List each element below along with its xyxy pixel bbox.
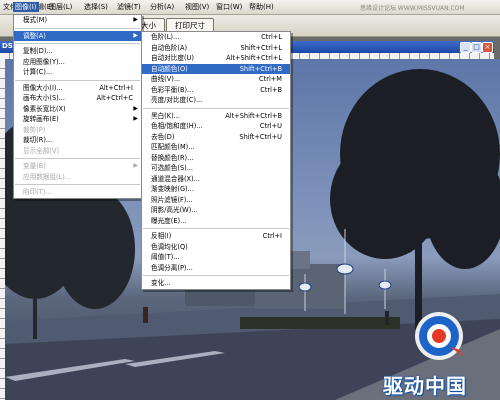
menu-image[interactable]: 图像(I) (13, 2, 39, 12)
menu-item-channel-mixer[interactable]: 通道混合器(X)... (142, 174, 290, 185)
menu-item-apply-image[interactable]: 应用图像(Y)... (14, 57, 141, 68)
menu-item-apply-data-set[interactable]: 应用数据组(L)... (14, 172, 141, 183)
separator (15, 158, 140, 159)
menu-item-levels[interactable]: 色阶(L)... Ctrl+L (142, 32, 290, 43)
separator (143, 275, 289, 276)
menu-item-shadow-highlight[interactable]: 阴影/高光(W)... (142, 205, 290, 216)
menu-item-image-size[interactable]: 图像大小(I)... Alt+Ctrl+I (14, 83, 141, 94)
separator (15, 79, 140, 81)
image-menu: 模式(M) ▶ 调整(A) ▶ 复制(D)... 应用图像(Y)... 计算(C).… (13, 14, 142, 199)
menu-item-trap[interactable]: 陷印(T)... (14, 187, 141, 198)
menu-item-mode[interactable]: 模式(M) ▶ (14, 15, 141, 26)
menu-item-reveal-all[interactable]: 显示全部(V) (14, 146, 141, 157)
menu-item-brightness-contrast[interactable]: 亮度/对比度(C)... (142, 95, 290, 106)
menu-item-duplicate[interactable]: 复制(D)... (14, 46, 141, 57)
menu-item-match-color[interactable]: 匹配颜色(M)... (142, 142, 290, 153)
brand-text: 驱动中国 (383, 374, 467, 398)
menu-item-equalize[interactable]: 色调均化(Q) (142, 242, 290, 253)
menu-item-trim[interactable]: 裁切(R)... (14, 135, 141, 146)
menu-filter[interactable]: 滤镜(T) (115, 2, 143, 12)
menu-item-canvas-size[interactable]: 画布大小(S)... Alt+Ctrl+C (14, 93, 141, 104)
menu-item-desaturate[interactable]: 去色(D) Shift+Ctrl+U (142, 132, 290, 143)
brand-logo-icon (415, 312, 464, 360)
menu-item-adjustments[interactable]: 调整(A) ▶ (14, 30, 141, 41)
menu-item-pixel-aspect[interactable]: 像素长宽比(X) ▶ (14, 104, 141, 115)
menu-layer[interactable]: 图层(L) (47, 2, 74, 12)
menu-help[interactable]: 帮助(H) (247, 2, 276, 12)
menu-item-color-balance[interactable]: 色彩平衡(B)... Ctrl+B (142, 85, 290, 96)
document-title: DS (2, 42, 13, 50)
menu-view[interactable]: 视图(V) (183, 2, 211, 12)
close-icon[interactable]: × (482, 42, 493, 53)
menu-item-replace-color[interactable]: 替换颜色(R)... (142, 153, 290, 164)
menu-item-photo-filter[interactable]: 照片滤镜(F)... (142, 195, 290, 206)
menu-item-auto-levels[interactable]: 自动色阶(A) Shift+Ctrl+L (142, 43, 290, 54)
maximize-icon[interactable]: □ (471, 42, 482, 53)
separator (15, 184, 140, 185)
menu-window[interactable]: 窗口(W) (214, 2, 244, 12)
separator (143, 107, 289, 109)
separator (15, 27, 140, 29)
menu-item-variables[interactable]: 变量(B) ▶ (14, 161, 141, 172)
menu-item-threshold[interactable]: 阈值(T)... (142, 252, 290, 263)
menu-analysis[interactable]: 分析(A) (148, 2, 176, 12)
menu-item-auto-color[interactable]: 自动颜色(O) Shift+Ctrl+B (142, 63, 290, 74)
menu-item-auto-contrast[interactable]: 自动对比度(U) Alt+Shift+Ctrl+L (142, 53, 290, 64)
menu-item-calculations[interactable]: 计算(C)... (14, 67, 141, 78)
minimize-icon[interactable]: _ (460, 42, 471, 53)
menu-item-posterize[interactable]: 色调分离(P)... (142, 263, 290, 274)
menu-item-invert[interactable]: 反相(I) Ctrl+I (142, 231, 290, 242)
menu-item-selective-color[interactable]: 可选颜色(S)... (142, 163, 290, 174)
menu-item-exposure[interactable]: 曝光度(E)... (142, 216, 290, 227)
menu-item-gradient-map[interactable]: 渐变映射(G)... (142, 184, 290, 195)
menu-item-rotate-canvas[interactable]: 旋转画布(E) ▶ (14, 114, 141, 125)
watermark-text: 思缘设计论坛 WWW.MISSVUAN.COM (360, 5, 465, 12)
separator (143, 228, 289, 229)
menu-item-curves[interactable]: 曲线(V)... Ctrl+M (142, 74, 290, 85)
menu-item-hue-saturation[interactable]: 色相/饱和度(H)... Ctrl+U (142, 121, 290, 132)
menu-select[interactable]: 选择(S) (82, 2, 110, 12)
menu-item-black-white[interactable]: 黑白(K)... Alt+Shift+Ctrl+B (142, 111, 290, 122)
menubar: 文件(F) 编辑(E) 图像(I) 图层(L) 选择(S) 滤镜(T) 分析(A… (0, 0, 500, 15)
adjustments-submenu: 色阶(L)... Ctrl+L 自动色阶(A) Shift+Ctrl+L 自动对比度… (141, 31, 291, 290)
menu-item-variations[interactable]: 变化... (142, 278, 290, 289)
separator (15, 43, 140, 44)
menu-item-crop[interactable]: 裁剪(P) (14, 125, 141, 136)
